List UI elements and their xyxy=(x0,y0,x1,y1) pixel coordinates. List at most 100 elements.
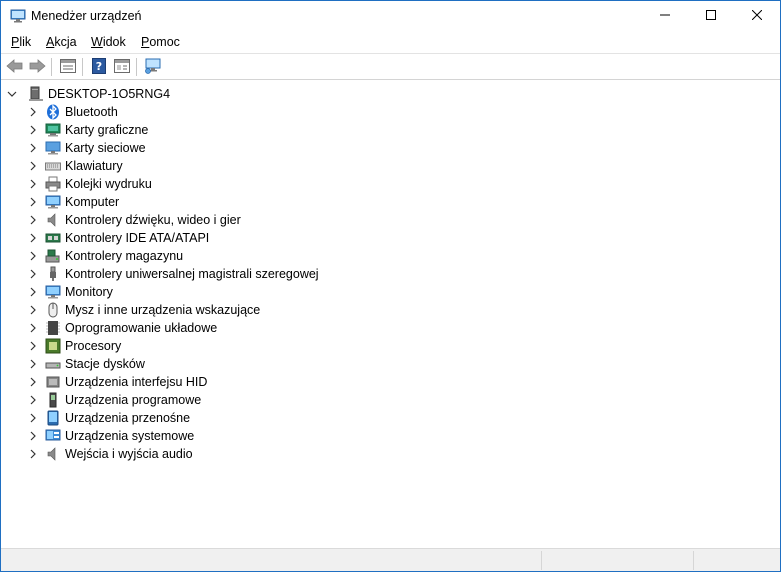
menu-view[interactable]: Widok xyxy=(91,35,126,49)
chevron-right-icon[interactable] xyxy=(27,106,39,118)
processor-icon xyxy=(45,338,61,354)
menu-action[interactable]: Akcja xyxy=(46,35,77,49)
scan-hardware-button[interactable] xyxy=(143,58,163,76)
chevron-right-icon[interactable] xyxy=(27,340,39,352)
tree-category-label: Procesory xyxy=(65,339,122,353)
software-device-icon xyxy=(45,392,61,408)
system-device-icon xyxy=(45,428,61,444)
status-pane xyxy=(541,551,671,570)
tree-category-item[interactable]: Klawiatury xyxy=(27,157,123,175)
back-button[interactable] xyxy=(5,58,25,76)
tree-category-label: Komputer xyxy=(65,195,120,209)
tree-category-item[interactable]: Urządzenia programowe xyxy=(27,391,201,409)
disk-drive-icon xyxy=(45,356,61,372)
tree-category-item[interactable]: Bluetooth xyxy=(27,103,118,121)
tree-category-item[interactable]: Wejścia i wyjścia audio xyxy=(27,445,193,463)
computer-icon xyxy=(28,86,44,102)
tree-category-item[interactable]: Oprogramowanie układowe xyxy=(27,319,217,337)
chevron-right-icon[interactable] xyxy=(27,376,39,388)
computer-icon xyxy=(45,194,61,210)
help-button[interactable]: ? xyxy=(89,57,109,77)
chevron-right-icon[interactable] xyxy=(27,448,39,460)
chevron-right-icon[interactable] xyxy=(27,232,39,244)
view-button[interactable] xyxy=(112,58,132,76)
status-pane xyxy=(693,551,779,570)
tree-category-label: Urządzenia systemowe xyxy=(65,429,195,443)
tree-root-computer[interactable]: DESKTOP-1O5RNG4 xyxy=(6,85,170,103)
tree-category-label: Oprogramowanie układowe xyxy=(65,321,218,335)
chevron-right-icon[interactable] xyxy=(27,214,39,226)
tree-category-item[interactable]: Mysz i inne urządzenia wskazujące xyxy=(27,301,260,319)
audio-io-icon xyxy=(45,446,61,462)
tree-category-item[interactable]: Kontrolery magazynu xyxy=(27,247,183,265)
help-icon: ? xyxy=(92,57,106,77)
tree-category-item[interactable]: Stacje dysków xyxy=(27,355,145,373)
tree-category-label: Karty graficzne xyxy=(65,123,149,137)
svg-text:?: ? xyxy=(96,60,102,73)
chevron-right-icon[interactable] xyxy=(27,412,39,424)
chevron-right-icon[interactable] xyxy=(27,160,39,172)
device-manager-app-icon xyxy=(10,9,26,23)
title-bar[interactable]: Menedżer urządzeń xyxy=(1,1,780,32)
computer-name: DESKTOP-1O5RNG4 xyxy=(48,87,171,101)
tree-category-label: Kontrolery magazynu xyxy=(65,249,184,263)
tree-category-item[interactable]: Komputer xyxy=(27,193,119,211)
tree-category-item[interactable]: Urządzenia przenośne xyxy=(27,409,190,427)
chevron-right-icon[interactable] xyxy=(27,124,39,136)
tree-category-label: Kontrolery dźwięku, wideo i gier xyxy=(65,213,241,227)
tree-category-label: Urządzenia programowe xyxy=(65,393,202,407)
properties-button[interactable] xyxy=(58,58,78,76)
chevron-right-icon[interactable] xyxy=(27,430,39,442)
close-button[interactable] xyxy=(734,1,780,31)
close-icon xyxy=(751,9,763,23)
hid-icon xyxy=(45,374,61,390)
tree-category-item[interactable]: Karty graficzne xyxy=(27,121,148,139)
tree-category-item[interactable]: Monitory xyxy=(27,283,113,301)
view-icon xyxy=(114,58,130,76)
tree-category-item[interactable]: Karty sieciowe xyxy=(27,139,146,157)
portable-device-icon xyxy=(45,410,61,426)
tree-category-item[interactable]: Urządzenia systemowe xyxy=(27,427,194,445)
back-icon xyxy=(6,58,24,76)
tree-category-item[interactable]: Urządzenia interfejsu HID xyxy=(27,373,207,391)
toolbar-separator xyxy=(136,58,137,76)
maximize-button[interactable] xyxy=(688,1,734,31)
tree-category-label: Bluetooth xyxy=(65,105,118,119)
chevron-right-icon[interactable] xyxy=(27,394,39,406)
tree-category-item[interactable]: Kontrolery dźwięku, wideo i gier xyxy=(27,211,241,229)
tree-category-item[interactable]: Kolejki wydruku xyxy=(27,175,152,193)
chevron-right-icon[interactable] xyxy=(27,268,39,280)
tree-category-item[interactable]: Kontrolery IDE ATA/ATAPI xyxy=(27,229,209,247)
scan-hardware-icon xyxy=(144,58,162,77)
tree-category-item[interactable]: Kontrolery uniwersalnej magistrali szere… xyxy=(27,265,319,283)
device-tree: DESKTOP-1O5RNG4 Bluetooth Karty graficzne… xyxy=(1,81,780,547)
tree-category-label: Monitory xyxy=(65,285,113,299)
forward-button[interactable] xyxy=(27,58,47,76)
mouse-icon xyxy=(45,302,61,318)
chevron-right-icon[interactable] xyxy=(27,142,39,154)
chevron-right-icon[interactable] xyxy=(27,304,39,316)
chevron-right-icon[interactable] xyxy=(27,286,39,298)
chevron-right-icon[interactable] xyxy=(27,250,39,262)
chevron-right-icon[interactable] xyxy=(27,196,39,208)
tree-category-item[interactable]: Procesory xyxy=(27,337,121,355)
tree-category-label: Kolejki wydruku xyxy=(65,177,152,191)
tree-category-label: Urządzenia interfejsu HID xyxy=(65,375,208,389)
chevron-right-icon[interactable] xyxy=(27,322,39,334)
monitor-icon xyxy=(45,284,61,300)
tree-category-label: Urządzenia przenośne xyxy=(65,411,191,425)
usb-icon xyxy=(45,266,61,282)
tree-category-label: Mysz i inne urządzenia wskazujące xyxy=(65,303,261,317)
chevron-right-icon[interactable] xyxy=(27,358,39,370)
device-manager-window: Menedżer urządzeń Plik Akcja Widok Pomoc xyxy=(0,0,781,572)
toolbar-separator xyxy=(51,58,52,76)
display-adapter-icon xyxy=(45,122,61,138)
tree-category-label: Stacje dysków xyxy=(65,357,145,371)
menu-file[interactable]: Plik xyxy=(11,35,31,49)
menu-help[interactable]: Pomoc xyxy=(141,35,180,49)
minimize-button[interactable] xyxy=(642,1,688,31)
printer-icon xyxy=(45,176,61,192)
tree-category-label: Wejścia i wyjścia audio xyxy=(65,447,193,461)
chevron-down-icon[interactable] xyxy=(6,88,18,100)
chevron-right-icon[interactable] xyxy=(27,178,39,190)
